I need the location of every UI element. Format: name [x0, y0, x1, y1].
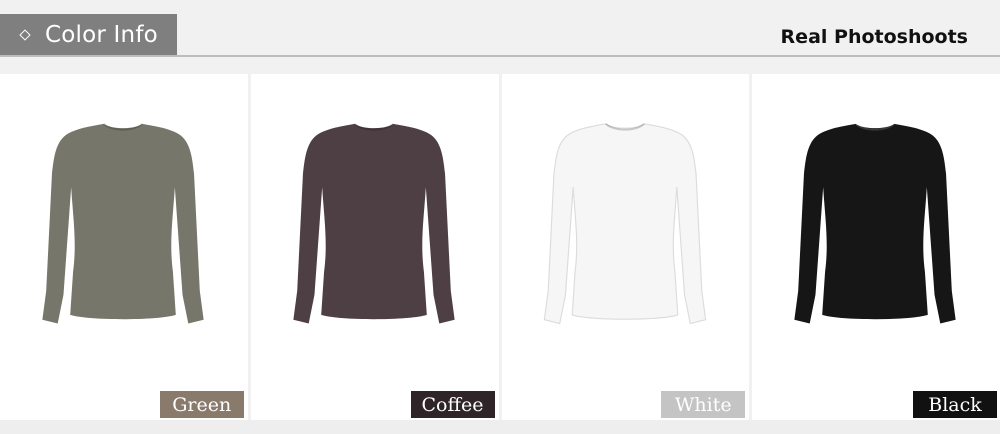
- section-title: Color Info: [45, 22, 158, 48]
- subtitle: Real Photoshoots: [780, 26, 968, 48]
- shirt-image-black: [794, 123, 956, 324]
- color-name: Green: [172, 393, 232, 416]
- shirt-image-green: [42, 123, 204, 324]
- color-label-black: Black: [913, 391, 997, 418]
- header: Color Info Real Photoshoots: [0, 0, 1000, 74]
- color-gallery: Green Coffee White Black: [0, 74, 1000, 420]
- header-divider: [0, 55, 1000, 57]
- color-name: Coffee: [421, 393, 484, 416]
- color-panel-green[interactable]: Green: [0, 74, 248, 420]
- color-name: White: [674, 393, 732, 416]
- color-label-white: White: [661, 391, 746, 418]
- color-panel-white[interactable]: White: [501, 74, 750, 420]
- shirt-image-white: [543, 123, 706, 325]
- color-name: Black: [928, 393, 982, 416]
- color-panel-black[interactable]: Black: [752, 74, 1000, 420]
- color-info-tab: Color Info: [0, 14, 177, 56]
- color-label-coffee: Coffee: [410, 391, 495, 418]
- color-panel-coffee[interactable]: Coffee: [250, 74, 499, 420]
- diamond-icon: [19, 29, 31, 41]
- bottom-strip: [0, 420, 1000, 434]
- shirt-image-coffee: [293, 123, 455, 324]
- color-label-green: Green: [159, 391, 244, 418]
